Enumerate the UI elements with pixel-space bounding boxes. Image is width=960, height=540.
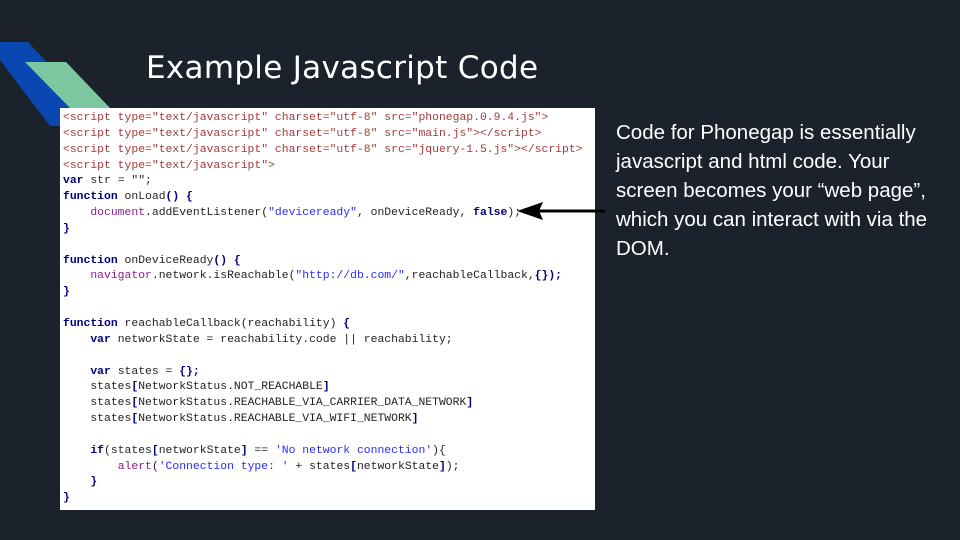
code-token: <script type="text/javascript" charset="…	[63, 127, 542, 140]
code-line: var networkState = reachability.code || …	[63, 333, 583, 349]
code-line: function reachableCallback(reachability)…	[63, 317, 583, 333]
code-token: {});	[534, 270, 563, 283]
code-line: var states = {};	[63, 365, 583, 381]
code-token: <script type="text/javascript" charset="…	[63, 112, 549, 124]
code-token: alert	[117, 460, 152, 473]
code-line: document.addEventListener("deviceready",…	[63, 206, 583, 222]
code-line: <script type="text/javascript" charset="…	[63, 143, 583, 159]
code-token: .addEventListener(	[145, 207, 269, 220]
code-token: false	[473, 207, 508, 220]
code-line: function onDeviceReady() {	[63, 254, 583, 270]
code-token: onDeviceReady	[117, 254, 214, 267]
code-token: function	[63, 254, 118, 267]
code-token: (states	[104, 444, 152, 457]
code-token: ]	[439, 460, 446, 473]
code-token: navigator	[90, 270, 152, 283]
code-line: states[NetworkStatus.REACHABLE_VIA_CARRI…	[63, 396, 583, 412]
code-line: states[NetworkStatus.NOT_REACHABLE]	[63, 380, 583, 396]
code-token: "http://db.com/"	[295, 270, 405, 283]
code-token: "deviceready"	[268, 207, 357, 220]
code-token: states =	[110, 365, 180, 378]
code-token: states	[63, 413, 132, 426]
code-token: + states	[288, 460, 351, 473]
code-token: );	[445, 460, 460, 473]
code-token: () {	[213, 254, 241, 267]
code-token: (	[151, 460, 159, 473]
code-token: [	[151, 444, 159, 457]
code-line: }	[63, 222, 583, 238]
code-token: <script type="text/javascript">	[63, 159, 275, 172]
code-token: networkState	[356, 460, 439, 473]
code-line: <script type="text/javascript" charset="…	[63, 111, 583, 127]
code-token: networkState	[158, 444, 241, 457]
code-token: }	[63, 492, 70, 505]
code-line: if(states[networkState] == 'No network c…	[63, 444, 583, 460]
code-token: ]	[240, 444, 248, 457]
code-token: str = "";	[83, 175, 152, 188]
code-token: NetworkStatus.NOT_REACHABLE	[138, 381, 323, 394]
code-token: var	[63, 175, 84, 188]
code-token: ]	[322, 381, 330, 394]
code-token: , onDeviceReady,	[356, 207, 474, 220]
code-line: }	[63, 475, 583, 491]
code-screenshot: <script type="text/javascript" charset="…	[60, 108, 595, 510]
code-token: function	[63, 317, 118, 330]
code-token: function	[63, 191, 118, 204]
code-token: [	[350, 460, 357, 473]
code-line: navigator.network.isReachable("http://db…	[63, 269, 583, 285]
code-token: }	[63, 476, 98, 489]
code-line: function onLoad() {	[63, 190, 583, 206]
code-token: NetworkStatus.REACHABLE_VIA_CARRIER_DATA…	[138, 397, 467, 410]
code-line: }	[63, 285, 583, 301]
code-line: states[NetworkStatus.REACHABLE_VIA_WIFI_…	[63, 412, 583, 428]
code-token: var	[90, 333, 111, 346]
code-line: var str = "";	[63, 174, 583, 190]
code-token: var	[90, 365, 111, 378]
code-token: NetworkStatus.REACHABLE_VIA_WIFI_NETWORK	[138, 413, 412, 426]
code-token: networkState = reachability.code || reac…	[110, 333, 453, 346]
code-token: states	[63, 381, 132, 394]
code-token: ){	[432, 444, 446, 457]
arrow-icon	[517, 202, 605, 220]
code-line: }	[63, 491, 583, 507]
code-token: () {	[165, 191, 193, 204]
code-token: document	[90, 207, 146, 220]
code-token: reachableCallback(reachability)	[117, 317, 344, 330]
code-token: {	[343, 317, 351, 330]
code-token: ]	[411, 413, 419, 426]
code-token: ]	[466, 397, 474, 410]
code-line: <script type="text/javascript" charset="…	[63, 127, 583, 143]
slide-description: Code for Phonegap is essentially javascr…	[616, 121, 928, 260]
code-token: ,reachableCallback,	[404, 270, 535, 283]
code-block: <script type="text/javascript" charset="…	[63, 111, 583, 507]
code-token: onLoad	[117, 191, 166, 204]
code-token: states	[63, 397, 132, 410]
code-token: ==	[247, 444, 275, 457]
code-token: if	[90, 444, 105, 457]
code-token: }	[63, 286, 70, 299]
code-line: <script type="text/javascript">	[63, 159, 583, 175]
slide-title: Example Javascript Code	[146, 50, 539, 86]
code-token: 'No network connection'	[274, 444, 433, 457]
code-token: }	[63, 222, 70, 235]
code-token: 'Connection type: '	[158, 460, 289, 473]
code-token: <script type="text/javascript" charset="…	[63, 143, 583, 156]
code-line: alert('Connection type: ' + states[netwo…	[63, 460, 583, 476]
code-token: .network.isReachable(	[151, 270, 296, 283]
code-token: {};	[179, 365, 200, 378]
